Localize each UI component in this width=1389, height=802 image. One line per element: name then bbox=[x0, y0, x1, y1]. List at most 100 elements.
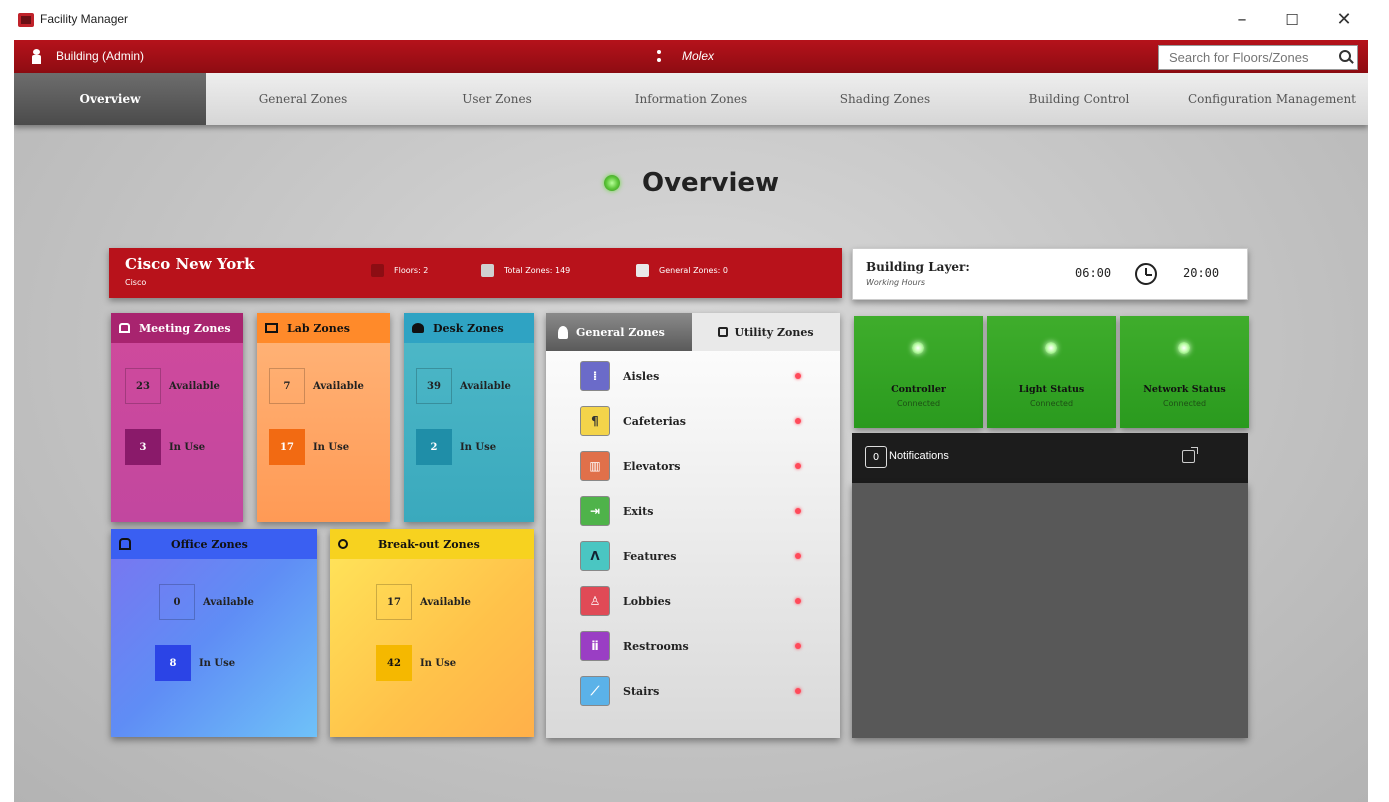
network-status-dot bbox=[1178, 342, 1190, 354]
lab-zones-card[interactable]: Lab Zones 7 Available 17 In Use bbox=[257, 313, 390, 522]
list-item-cafeterias[interactable]: ¶ Cafeterias bbox=[580, 406, 820, 436]
office-in-use-label: In Use bbox=[199, 657, 236, 669]
office-in-use-row: 8 In Use bbox=[155, 645, 235, 681]
breakout-in-use-row: 42 In Use bbox=[376, 645, 456, 681]
list-item-aisles[interactable]: ⁞ Aisles bbox=[580, 361, 820, 391]
exits-status-dot bbox=[795, 508, 801, 514]
desk-zones-header: Desk Zones bbox=[404, 313, 534, 343]
general-zones-icon bbox=[636, 264, 649, 277]
office-in-use-count: 8 bbox=[155, 645, 191, 681]
user-menu[interactable]: Molex bbox=[682, 49, 714, 63]
restrooms-icon: ⅱ bbox=[580, 631, 610, 661]
list-item-features[interactable]: Λ Features bbox=[580, 541, 820, 571]
lobbies-label: Lobbies bbox=[623, 594, 671, 608]
tab-utility-zones-list[interactable]: Utility Zones bbox=[692, 313, 840, 351]
lab-in-use-count: 17 bbox=[269, 429, 305, 465]
building-admin-menu[interactable]: Building (Admin) bbox=[56, 49, 144, 63]
person-icon bbox=[32, 49, 41, 64]
utility-zones-tab-label: Utility Zones bbox=[734, 325, 814, 339]
utility-zones-tab-icon bbox=[718, 327, 729, 337]
network-status-tile[interactable]: Network Status Connected bbox=[1120, 316, 1249, 428]
minimize-button[interactable]: – bbox=[1222, 6, 1262, 34]
stairs-icon: ⟋ bbox=[580, 676, 610, 706]
tab-building-control[interactable]: Building Control bbox=[982, 73, 1176, 125]
list-item-restrooms[interactable]: ⅱ Restrooms bbox=[580, 631, 820, 661]
meeting-available-label: Available bbox=[169, 380, 220, 392]
office-available-label: Available bbox=[203, 596, 254, 608]
meeting-zones-title: Meeting Zones bbox=[139, 321, 231, 335]
controller-status-tile[interactable]: Controller Connected bbox=[854, 316, 983, 428]
tab-general-zones[interactable]: General Zones bbox=[206, 73, 400, 125]
building-layer-box: Building Layer: Working Hours 06:00 20:0… bbox=[852, 248, 1248, 300]
window-titlebar: Facility Manager – ☐ ✕ bbox=[0, 0, 1389, 40]
total-zones-icon bbox=[481, 264, 494, 277]
general-zones-panel: General Zones Utility Zones ⁞ Aisles ¶ C… bbox=[546, 313, 840, 738]
meeting-available-count: 23 bbox=[125, 368, 161, 404]
user-menu-dots-icon[interactable] bbox=[657, 48, 661, 64]
notifications-label: Notifications bbox=[889, 450, 949, 462]
controller-state: Connected bbox=[896, 399, 941, 408]
general-zones-stat: General Zones: 0 bbox=[636, 264, 728, 277]
breakout-available-label: Available bbox=[420, 596, 471, 608]
clock-icon bbox=[1135, 263, 1157, 285]
status-dot-icon bbox=[604, 175, 620, 191]
tab-configuration-management[interactable]: Configuration Management bbox=[1176, 73, 1368, 125]
tab-user-zones[interactable]: User Zones bbox=[400, 73, 594, 125]
elevators-label: Elevators bbox=[623, 459, 681, 473]
office-available-row: 0 Available bbox=[159, 584, 254, 620]
exits-icon: ⇥ bbox=[580, 496, 610, 526]
stairs-label: Stairs bbox=[623, 684, 660, 698]
general-zones-tab-icon bbox=[558, 325, 568, 339]
top-bar: Building (Admin) Molex bbox=[14, 40, 1368, 73]
office-zones-header: Office Zones bbox=[111, 529, 317, 559]
aisles-label: Aisles bbox=[623, 369, 660, 383]
desk-available-row: 39 Available bbox=[416, 368, 511, 404]
page-title: Overview bbox=[642, 168, 780, 198]
list-item-stairs[interactable]: ⟋ Stairs bbox=[580, 676, 820, 706]
desk-zones-title: Desk Zones bbox=[433, 321, 504, 335]
maximize-button[interactable]: ☐ bbox=[1272, 6, 1312, 34]
desk-in-use-count: 2 bbox=[416, 429, 452, 465]
meeting-zones-card[interactable]: Meeting Zones 23 Available 3 In Use bbox=[111, 313, 243, 522]
desk-in-use-row: 2 In Use bbox=[416, 429, 496, 465]
total-zones-stat: Total Zones: 149 bbox=[481, 264, 570, 277]
network-status-label: Network Status bbox=[1143, 384, 1226, 395]
search-input[interactable] bbox=[1159, 46, 1337, 69]
tab-shading-zones[interactable]: Shading Zones bbox=[788, 73, 982, 125]
breakout-zones-header: Break-out Zones bbox=[330, 529, 534, 559]
close-button[interactable]: ✕ bbox=[1324, 6, 1364, 34]
aisles-icon: ⁞ bbox=[580, 361, 610, 391]
desk-zones-card[interactable]: Desk Zones 39 Available 2 In Use bbox=[404, 313, 534, 522]
meeting-in-use-count: 3 bbox=[125, 429, 161, 465]
building-name: Cisco New York bbox=[125, 255, 255, 273]
meeting-in-use-row: 3 In Use bbox=[125, 429, 205, 465]
light-status-tile[interactable]: Light Status Connected bbox=[987, 316, 1116, 428]
tab-overview[interactable]: Overview bbox=[14, 73, 206, 125]
stairs-status-dot bbox=[795, 688, 801, 694]
elevators-status-dot bbox=[795, 463, 801, 469]
tab-general-zones-list[interactable]: General Zones bbox=[546, 313, 692, 351]
export-icon[interactable] bbox=[1182, 447, 1198, 463]
meeting-zones-header: Meeting Zones bbox=[111, 313, 243, 343]
list-item-exits[interactable]: ⇥ Exits bbox=[580, 496, 820, 526]
tab-information-zones[interactable]: Information Zones bbox=[594, 73, 788, 125]
window-title: Facility Manager bbox=[40, 12, 129, 26]
list-item-lobbies[interactable]: ♙ Lobbies bbox=[580, 586, 820, 616]
restrooms-status-dot bbox=[795, 643, 801, 649]
facility-manager-app-icon bbox=[18, 13, 34, 27]
aisles-status-dot bbox=[795, 373, 801, 379]
working-hours-end: 20:00 bbox=[1183, 266, 1220, 280]
office-zones-icon bbox=[119, 538, 131, 550]
search-icon[interactable] bbox=[1338, 49, 1354, 65]
office-zones-card[interactable]: Office Zones 0 Available 8 In Use bbox=[111, 529, 317, 737]
breakout-available-row: 17 Available bbox=[376, 584, 471, 620]
building-layer-subtitle: Working Hours bbox=[866, 278, 926, 287]
features-label: Features bbox=[623, 549, 677, 563]
desk-available-label: Available bbox=[460, 380, 511, 392]
lab-in-use-label: In Use bbox=[313, 441, 350, 453]
light-status-state: Connected bbox=[1029, 399, 1074, 408]
notifications-header: 0 Notifications bbox=[852, 433, 1248, 483]
breakout-zones-card[interactable]: Break-out Zones 17 Available 42 In Use bbox=[330, 529, 534, 737]
list-item-elevators[interactable]: ▥ Elevators bbox=[580, 451, 820, 481]
lab-available-label: Available bbox=[313, 380, 364, 392]
